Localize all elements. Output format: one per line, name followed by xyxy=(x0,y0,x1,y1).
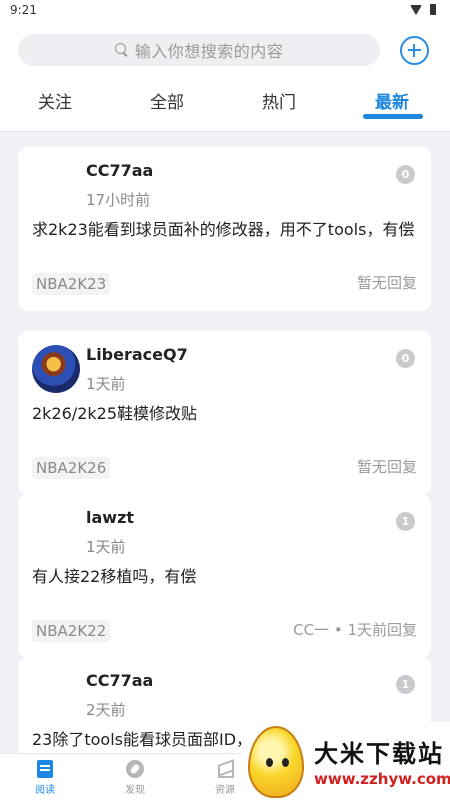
watermark-title: 大米下载站 xyxy=(314,740,444,768)
post-card[interactable]: LiberaceQ7 1天前 0 2k26/2k25鞋模修改贴 NBA2K26 … xyxy=(18,331,431,495)
avatar[interactable] xyxy=(32,161,80,209)
reply-count-badge: 0 xyxy=(396,165,415,184)
status-time: 9:21 xyxy=(10,3,37,17)
active-tab-indicator xyxy=(363,114,423,119)
game-tag[interactable]: NBA2K23 xyxy=(32,273,111,295)
game-tag[interactable]: NBA2K22 xyxy=(32,620,111,642)
tab-latest[interactable]: 最新 xyxy=(375,88,409,113)
wifi-icon xyxy=(410,4,422,15)
layers-icon xyxy=(216,760,234,778)
avatar[interactable] xyxy=(32,508,80,556)
reply-count-badge: 0 xyxy=(396,349,415,368)
post-username[interactable]: CC77aa xyxy=(86,671,153,690)
post-content[interactable]: 2k26/2k25鞋模修改贴 xyxy=(32,403,417,424)
mascot-eye xyxy=(266,758,273,767)
post-time: 1天前 xyxy=(86,375,126,393)
post-username[interactable]: LiberaceQ7 xyxy=(86,345,188,364)
book-icon xyxy=(37,760,53,778)
add-post-button[interactable] xyxy=(400,36,429,65)
tab-following[interactable]: 关注 xyxy=(38,88,72,113)
post-time: 2天前 xyxy=(86,701,126,719)
mascot-egg-icon xyxy=(248,726,304,798)
post-content[interactable]: 求2k23能看到球员面补的修改器，用不了tools，有偿 xyxy=(32,219,417,240)
nav-discover[interactable]: 发现 xyxy=(105,760,165,796)
post-time: 17小时前 xyxy=(86,191,151,209)
game-tag[interactable]: NBA2K26 xyxy=(32,457,111,479)
battery-icon xyxy=(430,4,436,15)
search-icon xyxy=(114,43,129,57)
watermark-url: www.zzhyw.com xyxy=(314,770,450,788)
post-card[interactable]: CC77aa 17小时前 0 求2k23能看到球员面补的修改器，用不了tools… xyxy=(18,147,431,311)
reply-status: 暂无回复 xyxy=(356,458,417,476)
system-icons xyxy=(410,4,436,15)
avatar[interactable] xyxy=(32,671,80,719)
nav-read-label: 阅读 xyxy=(35,785,55,796)
tab-all[interactable]: 全部 xyxy=(150,88,184,113)
status-bar: 9:21 xyxy=(0,0,450,22)
search-input[interactable]: 输入你想搜索的内容 xyxy=(18,34,380,66)
mascot-eye xyxy=(282,758,289,767)
reply-status: CC一 • 1天前回复 xyxy=(293,621,417,639)
post-content[interactable]: 有人接22移植吗，有偿 xyxy=(32,566,417,587)
avatar[interactable] xyxy=(32,345,80,393)
reply-status: 暂无回复 xyxy=(356,274,417,292)
nav-discover-label: 发现 xyxy=(125,785,145,796)
top-header: 输入你想搜索的内容 关注 全部 热门 最新 xyxy=(0,22,450,132)
post-feed[interactable]: CC77aa 17小时前 0 求2k23能看到球员面补的修改器，用不了tools… xyxy=(0,133,450,753)
tab-hot[interactable]: 热门 xyxy=(262,88,296,113)
post-time: 1天前 xyxy=(86,538,126,556)
post-username[interactable]: CC77aa xyxy=(86,161,153,180)
reply-count-badge: 1 xyxy=(396,675,415,694)
reply-count-badge: 1 xyxy=(396,512,415,531)
feed-tabs: 关注 全部 热门 最新 xyxy=(0,84,450,124)
post-card[interactable]: lawzt 1天前 1 有人接22移植吗，有偿 NBA2K22 CC一 • 1天… xyxy=(18,494,431,658)
post-username[interactable]: lawzt xyxy=(86,508,134,527)
search-placeholder: 输入你想搜索的内容 xyxy=(134,42,284,61)
nav-read[interactable]: 阅读 xyxy=(15,760,75,796)
compass-icon xyxy=(126,760,144,778)
watermark-logo: 大米下载站 www.zzhyw.com xyxy=(242,722,450,800)
